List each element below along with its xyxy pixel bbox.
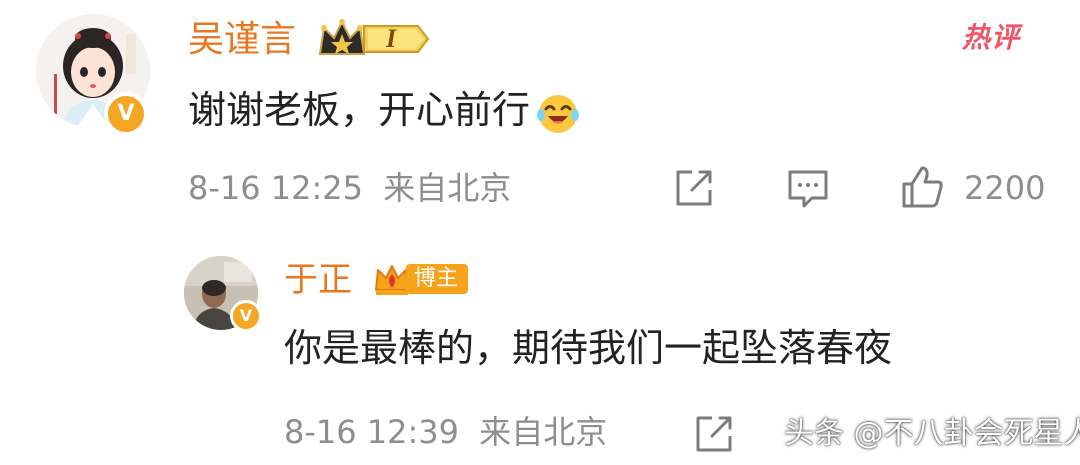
fan-level-badge: I xyxy=(318,18,430,60)
verified-badge-icon: V xyxy=(104,92,148,136)
comment-thread: V 吴谨言 I 热评 谢谢老板，开心前行 8-16 12:25 来自北京 220… xyxy=(0,0,1080,465)
reply-timestamp: 8-16 12:39 xyxy=(284,413,460,451)
comment-meta: 8-16 12:25 来自北京 xyxy=(188,168,511,208)
like-thumb-icon[interactable] xyxy=(898,164,946,212)
repost-icon[interactable] xyxy=(672,166,716,210)
laughing-emoji-icon xyxy=(537,94,580,133)
username-link[interactable]: 吴谨言 xyxy=(188,18,296,62)
reply-verified-badge-icon: V xyxy=(230,300,262,332)
comment-icon[interactable] xyxy=(786,166,830,210)
like-count: 2200 xyxy=(964,169,1046,207)
crown-icon xyxy=(318,19,430,55)
reply-text: 你是最棒的，期待我们一起坠落春夜 xyxy=(284,326,893,370)
reply-username-link[interactable]: 于正 xyxy=(284,258,352,302)
reply-repost-icon[interactable] xyxy=(692,412,736,456)
comment-location: 来自北京 xyxy=(383,169,512,207)
comment-timestamp: 8-16 12:25 xyxy=(188,169,364,207)
fan-level-text: I xyxy=(386,24,397,53)
watermark-text: 头条 @不八卦会死星人 xyxy=(784,416,1080,451)
reply-meta: 8-16 12:39 来自北京 xyxy=(284,412,607,452)
blogger-badge-label: 博主 xyxy=(406,264,469,294)
hot-comment-label: 热评 xyxy=(962,21,1021,54)
comment-body: 谢谢老板，开心前行 xyxy=(188,88,531,132)
blogger-badge: 博主 xyxy=(372,260,469,298)
comment-text: 谢谢老板，开心前行 xyxy=(188,84,582,137)
reply-location: 来自北京 xyxy=(479,413,608,451)
